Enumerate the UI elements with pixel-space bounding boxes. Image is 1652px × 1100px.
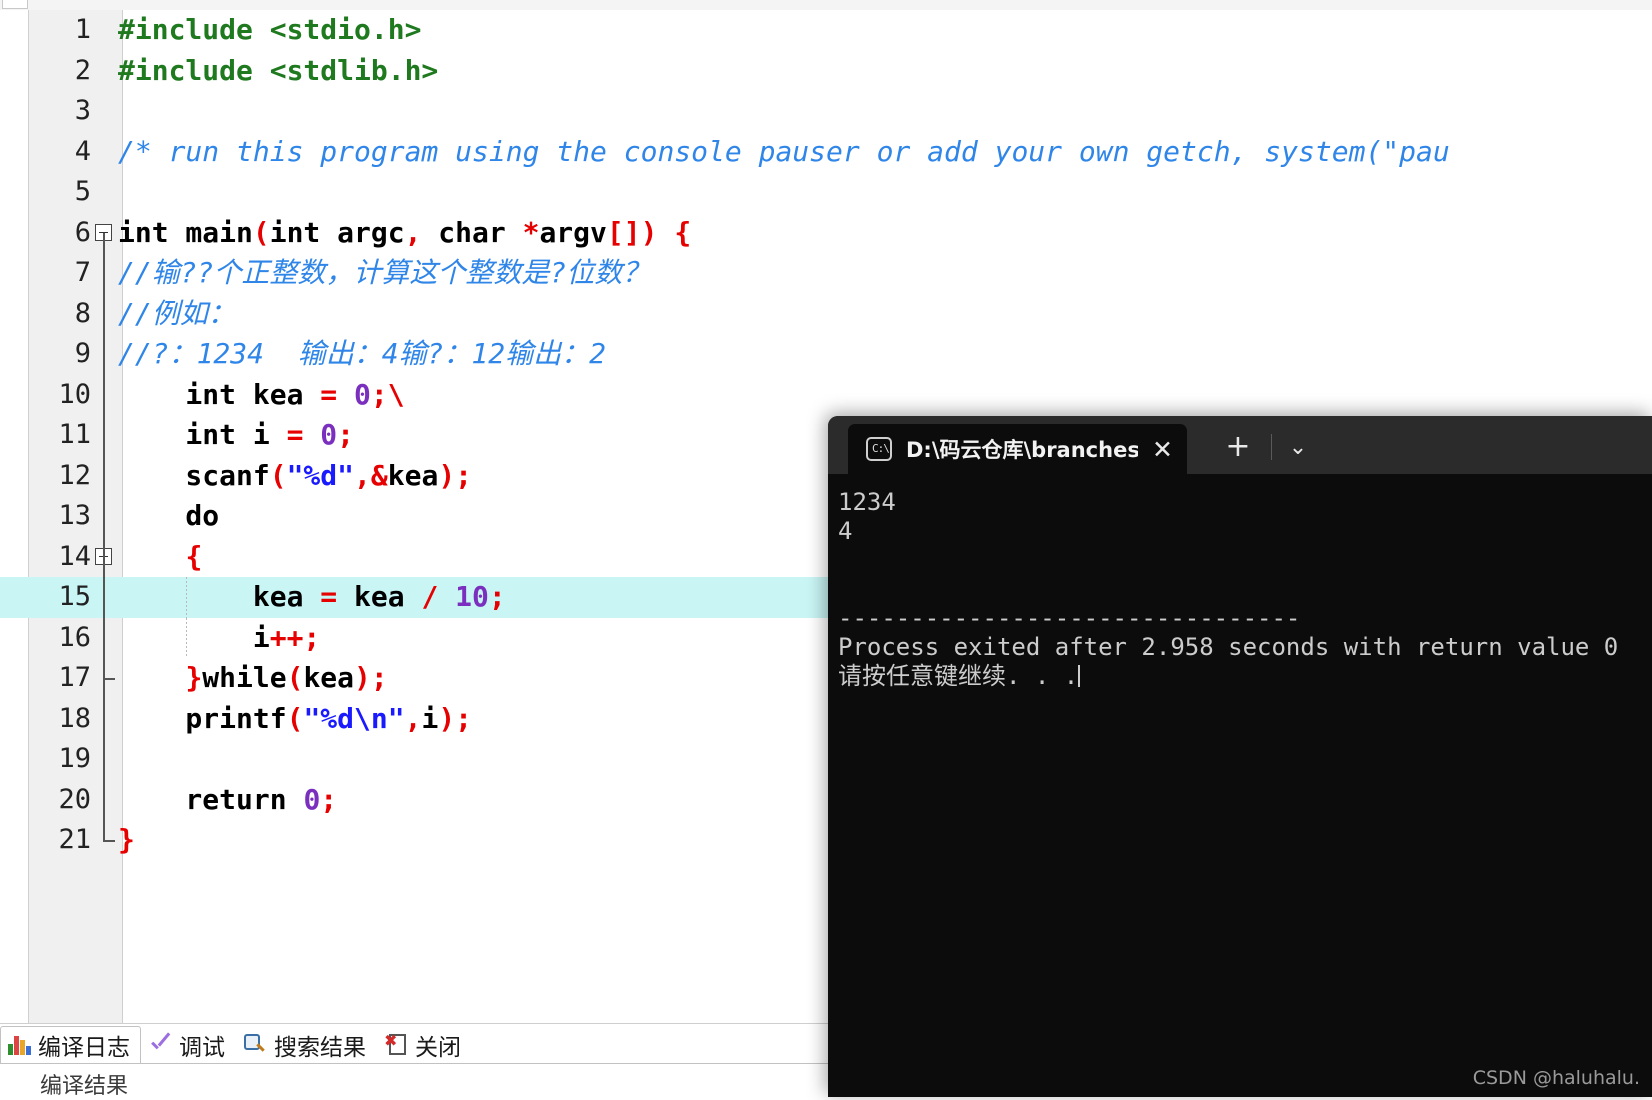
close-doc-icon bbox=[384, 1031, 408, 1057]
code-text: printf("%d\n",i); bbox=[118, 701, 473, 735]
line-number: 19 bbox=[58, 743, 91, 774]
check-icon bbox=[148, 1033, 172, 1057]
line-number: 3 bbox=[74, 95, 91, 126]
line-number: 6 bbox=[74, 216, 91, 248]
code-line[interactable]: 6 int main(int argc, char *argv[]) { bbox=[0, 213, 1652, 254]
fold-guide-line bbox=[103, 232, 105, 841]
terminal-line: 1234 bbox=[838, 488, 896, 516]
bottom-tab-3[interactable]: 搜索结果 bbox=[236, 1026, 377, 1064]
watermark-text: CSDN @haluhalu. bbox=[1472, 1067, 1640, 1089]
code-line[interactable]: 10 int kea = 0;\ bbox=[0, 375, 1652, 416]
cmd-prompt-icon: C:\ bbox=[866, 437, 892, 461]
indent-guide bbox=[186, 617, 187, 658]
chart-icon bbox=[7, 1033, 31, 1057]
code-text: }while(kea); bbox=[185, 661, 388, 694]
line-number: 10 bbox=[58, 378, 91, 410]
line-number: 16 bbox=[58, 621, 91, 653]
terminal-line: 4 bbox=[838, 517, 853, 545]
line-number: 20 bbox=[58, 783, 91, 815]
line-number: 18 bbox=[58, 702, 91, 734]
bottom-tab-2[interactable]: 调试 bbox=[141, 1026, 236, 1064]
terminal-cursor bbox=[1078, 665, 1081, 687]
indent-guide bbox=[186, 577, 187, 618]
ide-window: 1 #include <stdio.h> 2 #include <stdlib.h> 3… bbox=[0, 0, 1652, 1099]
bottom-tab-label: 关闭 bbox=[415, 1035, 461, 1061]
bottom-status-text: 编译结果 bbox=[40, 1074, 129, 1099]
line-number: 14 bbox=[58, 540, 91, 572]
bottom-tab-strip: 编译日志 调试 搜索结果 关闭 bbox=[0, 1026, 472, 1064]
code-text: int main(int argc, char *argv[]) { bbox=[118, 215, 692, 249]
code-text: //例如： bbox=[118, 296, 236, 330]
code-line[interactable]: 1 #include <stdio.h> bbox=[0, 10, 1652, 51]
code-text: i++; bbox=[118, 620, 321, 654]
bottom-tab-4[interactable]: 关闭 bbox=[377, 1026, 472, 1064]
chevron-down-icon[interactable]: ⌄ bbox=[1280, 433, 1316, 463]
code-text: kea = kea / 10; bbox=[118, 580, 506, 613]
line-number: 15 bbox=[58, 581, 91, 612]
code-text: /* run this program using the console pa… bbox=[118, 134, 1450, 168]
code-text: return 0; bbox=[118, 782, 338, 816]
terminal-output[interactable]: 1234 4 -------------------------------- Pr… bbox=[828, 474, 1652, 1097]
terminal-titlebar: C:\ D:\码云仓库\branches-and-lo ✕ + ⌄ bbox=[828, 416, 1652, 474]
line-number: 13 bbox=[58, 500, 91, 531]
line-number: 8 bbox=[74, 297, 91, 329]
line-number: 1 bbox=[74, 14, 91, 45]
line-number: 12 bbox=[58, 459, 91, 491]
bottom-tab-1[interactable]: 编译日志 bbox=[0, 1026, 141, 1064]
code-line[interactable]: 3 bbox=[0, 91, 1652, 132]
terminal-tab-title: D:\码云仓库\branches-and-lo bbox=[906, 438, 1138, 462]
terminal-tab[interactable]: C:\ D:\码云仓库\branches-and-lo ✕ bbox=[848, 424, 1187, 474]
bottom-tab-label: 编译日志 bbox=[38, 1035, 130, 1061]
code-line[interactable]: 4 /* run this program using the console p… bbox=[0, 132, 1652, 173]
code-line[interactable]: 2 #include <stdlib.h> bbox=[0, 51, 1652, 92]
editor-tab-nub[interactable] bbox=[2, 0, 28, 9]
code-line[interactable]: 8 //例如： bbox=[0, 294, 1652, 335]
line-number: 4 bbox=[74, 135, 91, 167]
code-line[interactable]: 7 //输??个正整数，计算这个整数是?位数？ bbox=[0, 253, 1652, 294]
line-number: 7 bbox=[74, 257, 91, 288]
code-text: #include <stdio.h> bbox=[118, 13, 422, 46]
terminal-line: 请按任意键继续. . . bbox=[838, 662, 1081, 690]
code-text: int kea = 0;\ bbox=[118, 377, 405, 411]
code-text: //?：1234 输出：4输?：12输出：2 bbox=[118, 337, 607, 370]
code-text: #include <stdlib.h> bbox=[118, 53, 439, 87]
new-tab-button[interactable]: + bbox=[1220, 432, 1256, 464]
line-number: 2 bbox=[74, 54, 91, 86]
code-line[interactable]: 9 //?：1234 输出：4输?：12输出：2 bbox=[0, 334, 1652, 375]
close-icon[interactable]: ✕ bbox=[1152, 437, 1173, 462]
terminal-line: -------------------------------- bbox=[838, 604, 1301, 632]
code-text: scanf("%d",&kea); bbox=[118, 458, 473, 492]
magnifier-icon bbox=[243, 1033, 267, 1057]
bottom-tab-label: 搜索结果 bbox=[274, 1035, 366, 1061]
fold-end-marker bbox=[103, 840, 115, 843]
line-number: 9 bbox=[74, 338, 91, 369]
code-text: } bbox=[118, 823, 135, 856]
code-text: int i = 0; bbox=[118, 418, 355, 451]
titlebar-divider bbox=[1271, 434, 1272, 460]
line-number: 11 bbox=[58, 419, 91, 450]
line-number: 5 bbox=[74, 176, 91, 207]
bottom-tab-label: 调试 bbox=[179, 1035, 225, 1061]
line-number: 17 bbox=[58, 662, 91, 693]
line-number: 21 bbox=[58, 824, 91, 855]
code-text: //输??个正整数，计算这个整数是?位数？ bbox=[118, 256, 651, 289]
code-line[interactable]: 5 bbox=[0, 172, 1652, 213]
terminal-line: Process exited after 2.958 seconds with … bbox=[838, 633, 1619, 661]
terminal-window[interactable]: C:\ D:\码云仓库\branches-and-lo ✕ + ⌄ 12344 … bbox=[828, 416, 1652, 1097]
code-text: do bbox=[118, 499, 220, 532]
code-text: { bbox=[185, 539, 203, 573]
